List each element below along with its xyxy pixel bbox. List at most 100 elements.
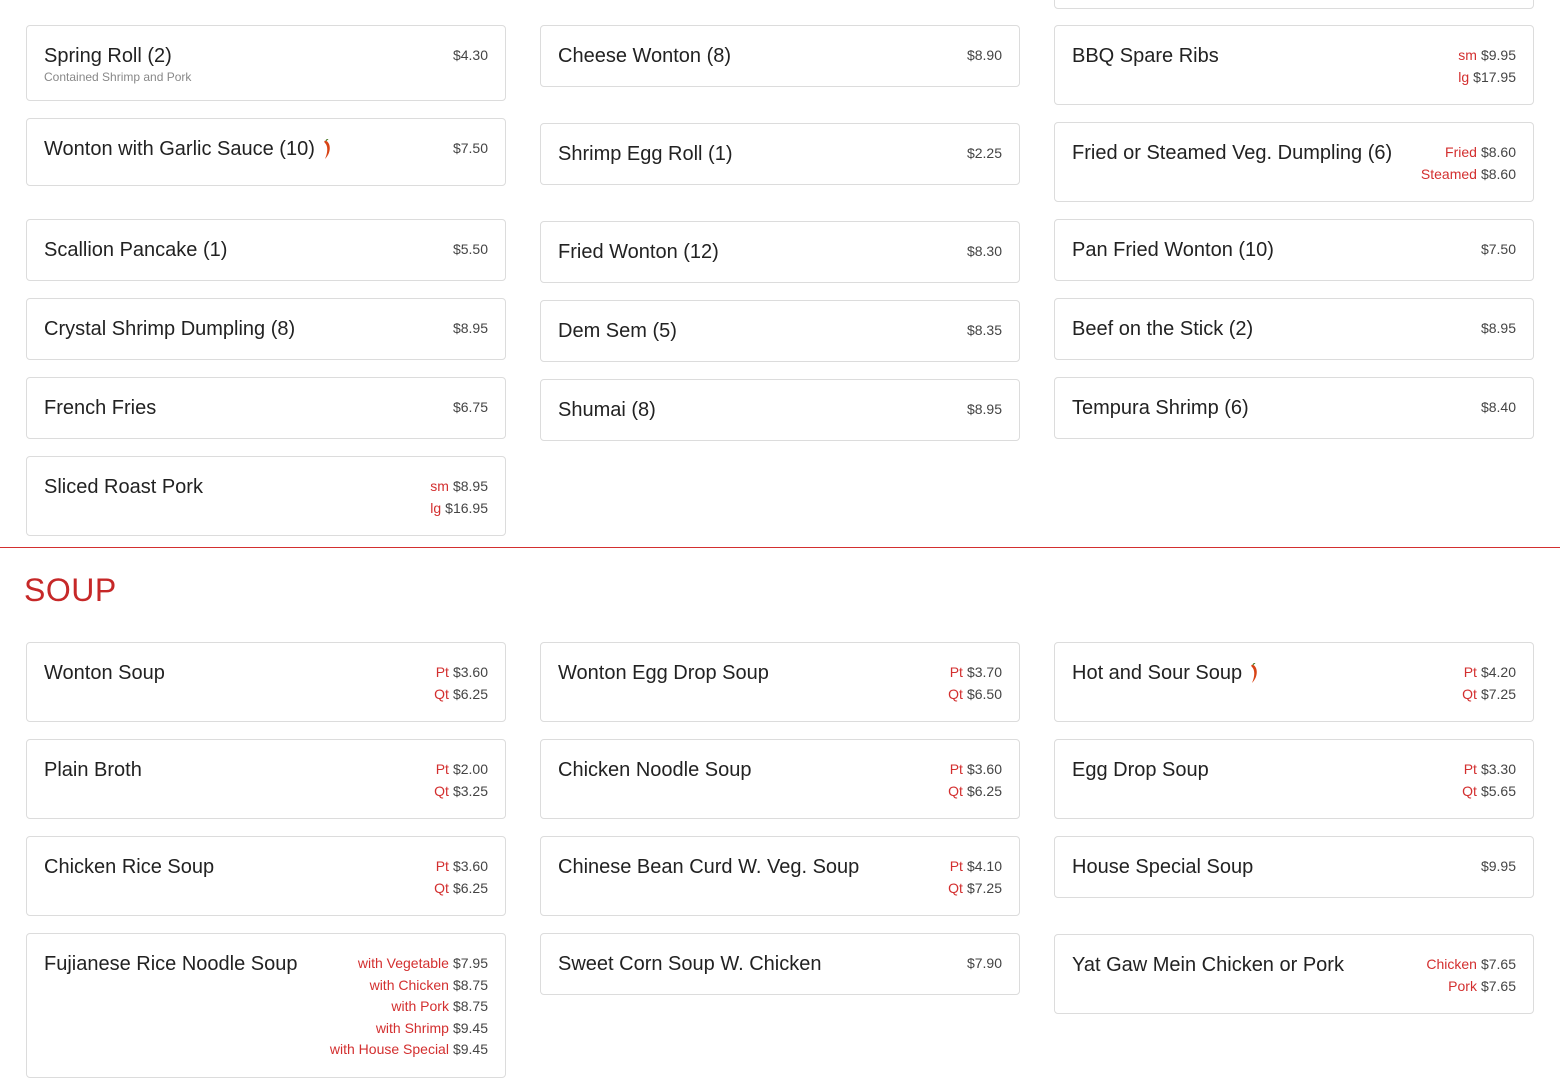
menu-item-name-text: Hot and Sour Soup [1072, 662, 1243, 684]
price-value: $7.65 [1480, 956, 1516, 972]
menu-item-info: Hot and Sour Soup [1072, 659, 1258, 693]
menu-item-egg-drop-soup[interactable]: Egg Drop Soup Pt $3.30 Qt $5.65 [1054, 739, 1534, 819]
price-value: $8.75 [452, 976, 488, 993]
menu-item-prices: $7.90 [967, 950, 1002, 975]
menu-item-prices: sm $8.95 lg $16.95 [430, 473, 488, 519]
price-option-label: Qt [434, 879, 449, 896]
price-row: $2.25 [967, 143, 1002, 165]
menu-item-plain-broth[interactable]: Plain Broth Pt $2.00 Qt $3.25 [26, 739, 506, 819]
menu-item-crystal-shrimp-dumpling-8[interactable]: Crystal Shrimp Dumpling (8) $8.95 [26, 298, 506, 360]
price-row: $8.95 [453, 318, 488, 340]
menu-item-name-text: Shumai (8) [558, 399, 656, 421]
menu-item-name-text: Crystal Shrimp Dumpling (8) [44, 318, 296, 340]
price-value: $5.50 [452, 241, 488, 257]
menu-item-name: Yat Gaw Mein Chicken or Pork [1072, 951, 1344, 979]
price-row: Qt $7.25 [1462, 684, 1516, 706]
menu-item-bbq-spare-ribs[interactable]: BBQ Spare Ribs sm $9.95 lg $17.95 [1054, 25, 1534, 105]
menu-item-hot-and-sour-soup[interactable]: Hot and Sour Soup Pt $4.20 Qt $7.25 [1054, 642, 1534, 722]
menu-item-info: Egg Drop Soup [1072, 756, 1209, 784]
menu-item-chinese-bean-curd-w-veg-soup[interactable]: Chinese Bean Curd W. Veg. Soup Pt $4.10 Qt $… [540, 836, 1020, 916]
menu-item-name: French Fries [44, 394, 156, 422]
menu-item-name: Sweet Corn Soup W. Chicken [558, 950, 821, 978]
menu-item-chicken-noodle-soup[interactable]: Chicken Noodle Soup Pt $3.60 Qt $6.25 [540, 739, 1020, 819]
menu-item-prices: Pt $4.10 Qt $7.25 [948, 853, 1002, 899]
price-row: with Pork $8.75 [391, 996, 488, 1018]
price-option-label: Qt [948, 879, 963, 896]
price-value: $3.25 [452, 782, 488, 799]
menu-item-name-text: Fried or Steamed Veg. Dumpling (6) [1072, 142, 1393, 164]
menu-item-name-text: BBQ Spare Ribs [1072, 45, 1219, 67]
price-value: $3.30 [1480, 761, 1516, 777]
price-value: $8.95 [1480, 320, 1516, 336]
price-row: Pt $2.00 [436, 759, 488, 781]
menu-item-sliced-roast-pork[interactable]: Sliced Roast Pork sm $8.95 lg $16.95 [26, 456, 506, 536]
price-row: with Vegetable $7.95 [358, 953, 488, 975]
menu-item-prices: $8.95 [1481, 315, 1516, 340]
price-value: $8.40 [1480, 399, 1516, 415]
menu-item-shumai-8[interactable]: Shumai (8) $8.95 [540, 379, 1020, 441]
menu-item-prices: $8.95 [967, 396, 1002, 421]
menu-item-tempura-shrimp-6[interactable]: Tempura Shrimp (6) $8.40 [1054, 377, 1534, 439]
menu-item-info: Sliced Roast Pork [44, 473, 203, 501]
menu-item-name-text: Wonton with Garlic Sauce (10) [44, 138, 315, 160]
menu-item-info: Chinese Bean Curd W. Veg. Soup [558, 853, 859, 881]
menu-item-wonton-with-garlic-sauce-10[interactable]: Wonton with Garlic Sauce (10) $7.50 [26, 118, 506, 186]
price-option-label: lg [430, 499, 442, 516]
menu-item-prices: $8.90 [967, 42, 1002, 67]
menu-item-spring-roll-2[interactable]: Spring Roll (2) Contained Shrimp and Pork… [26, 25, 506, 101]
price-row: $8.35 [967, 320, 1002, 342]
chili-pepper-icon [1248, 662, 1258, 693]
menu-item-dem-sem-5[interactable]: Dem Sem (5) $8.35 [540, 300, 1020, 362]
menu-item-info: Cheese Wonton (8) [558, 42, 731, 70]
menu-column-2: Wonton Egg Drop Soup Pt $3.70 Qt $6.50 Chicke… [540, 642, 1020, 1078]
menu-item-name-text: French Fries [44, 397, 157, 419]
menu-item-shrimp-egg-roll-1[interactable]: Shrimp Egg Roll (1) $2.25 [540, 123, 1020, 185]
menu-item-card-partial[interactable] [1054, 0, 1534, 9]
menu-item-name-text: Sweet Corn Soup W. Chicken [558, 953, 822, 975]
price-value: $6.25 [452, 685, 488, 702]
menu-item-fried-wonton-12[interactable]: Fried Wonton (12) $8.30 [540, 221, 1020, 283]
menu-item-pan-fried-wonton-10[interactable]: Pan Fried Wonton (10) $7.50 [1054, 219, 1534, 281]
menu-item-prices: $6.75 [453, 394, 488, 419]
menu-item-fried-or-steamed-veg-dumpling-6[interactable]: Fried or Steamed Veg. Dumpling (6) Fried $… [1054, 122, 1534, 202]
menu-item-scallion-pancake-1[interactable]: Scallion Pancake (1) $5.50 [26, 219, 506, 281]
price-option-label: Pt [1463, 761, 1477, 777]
menu-item-house-special-soup[interactable]: House Special Soup $9.95 [1054, 836, 1534, 898]
section-divider [0, 547, 1560, 548]
price-row: with House Special $9.45 [330, 1039, 488, 1061]
menu-column-3: Hot and Sour Soup Pt $4.20 Qt $7.25 Egg Drop … [1054, 642, 1534, 1078]
menu-item-sweet-corn-soup-w-chicken[interactable]: Sweet Corn Soup W. Chicken $7.90 [540, 933, 1020, 995]
menu-item-name: Fried or Steamed Veg. Dumpling (6) [1072, 139, 1392, 167]
menu-item-yat-gaw-mein-chicken-or-pork[interactable]: Yat Gaw Mein Chicken or Pork Chicken $7.65… [1054, 934, 1534, 1014]
menu-item-french-fries[interactable]: French Fries $6.75 [26, 377, 506, 439]
menu-item-wonton-soup[interactable]: Wonton Soup Pt $3.60 Qt $6.25 [26, 642, 506, 722]
price-value: $6.25 [452, 879, 488, 896]
price-row: Qt $5.65 [1462, 781, 1516, 803]
price-row: sm $9.95 [1458, 45, 1516, 67]
menu-item-info: Crystal Shrimp Dumpling (8) [44, 315, 295, 343]
menu-item-chicken-rice-soup[interactable]: Chicken Rice Soup Pt $3.60 Qt $6.25 [26, 836, 506, 916]
price-option-label: with House Special [329, 1041, 449, 1057]
menu-item-name: Chicken Rice Soup [44, 853, 214, 881]
price-row: Qt $6.25 [948, 781, 1002, 803]
menu-item-name-text: Dem Sem (5) [558, 320, 677, 342]
price-row: Pt $3.70 [950, 662, 1002, 684]
menu-item-name: Fried Wonton (12) [558, 238, 719, 266]
menu-item-name: Crystal Shrimp Dumpling (8) [44, 315, 295, 343]
menu-item-beef-on-the-stick-2[interactable]: Beef on the Stick (2) $8.95 [1054, 298, 1534, 360]
menu-item-prices: Pt $3.60 Qt $6.25 [434, 853, 488, 899]
menu-item-name: Pan Fried Wonton (10) [1072, 236, 1274, 264]
price-row: lg $16.95 [430, 498, 488, 520]
price-option-label: Pt [435, 664, 449, 680]
menu-item-cheese-wonton-8[interactable]: Cheese Wonton (8) $8.90 [540, 25, 1020, 87]
menu-item-wonton-egg-drop-soup[interactable]: Wonton Egg Drop Soup Pt $3.70 Qt $6.50 [540, 642, 1020, 722]
price-value: $4.10 [966, 858, 1002, 874]
menu-column-2: Cheese Wonton (8) $8.90 Shrimp Egg Roll (1… [540, 25, 1020, 536]
price-value: $3.60 [452, 664, 488, 680]
price-row: $5.50 [453, 239, 488, 261]
menu-item-fujianese-rice-noodle-soup[interactable]: Fujianese Rice Noodle Soup with Vegetable… [26, 933, 506, 1078]
price-value: $3.60 [966, 761, 1002, 777]
price-value: $2.00 [452, 761, 488, 777]
menu-item-name: BBQ Spare Ribs [1072, 42, 1219, 70]
price-option-label: Pt [1463, 664, 1477, 680]
